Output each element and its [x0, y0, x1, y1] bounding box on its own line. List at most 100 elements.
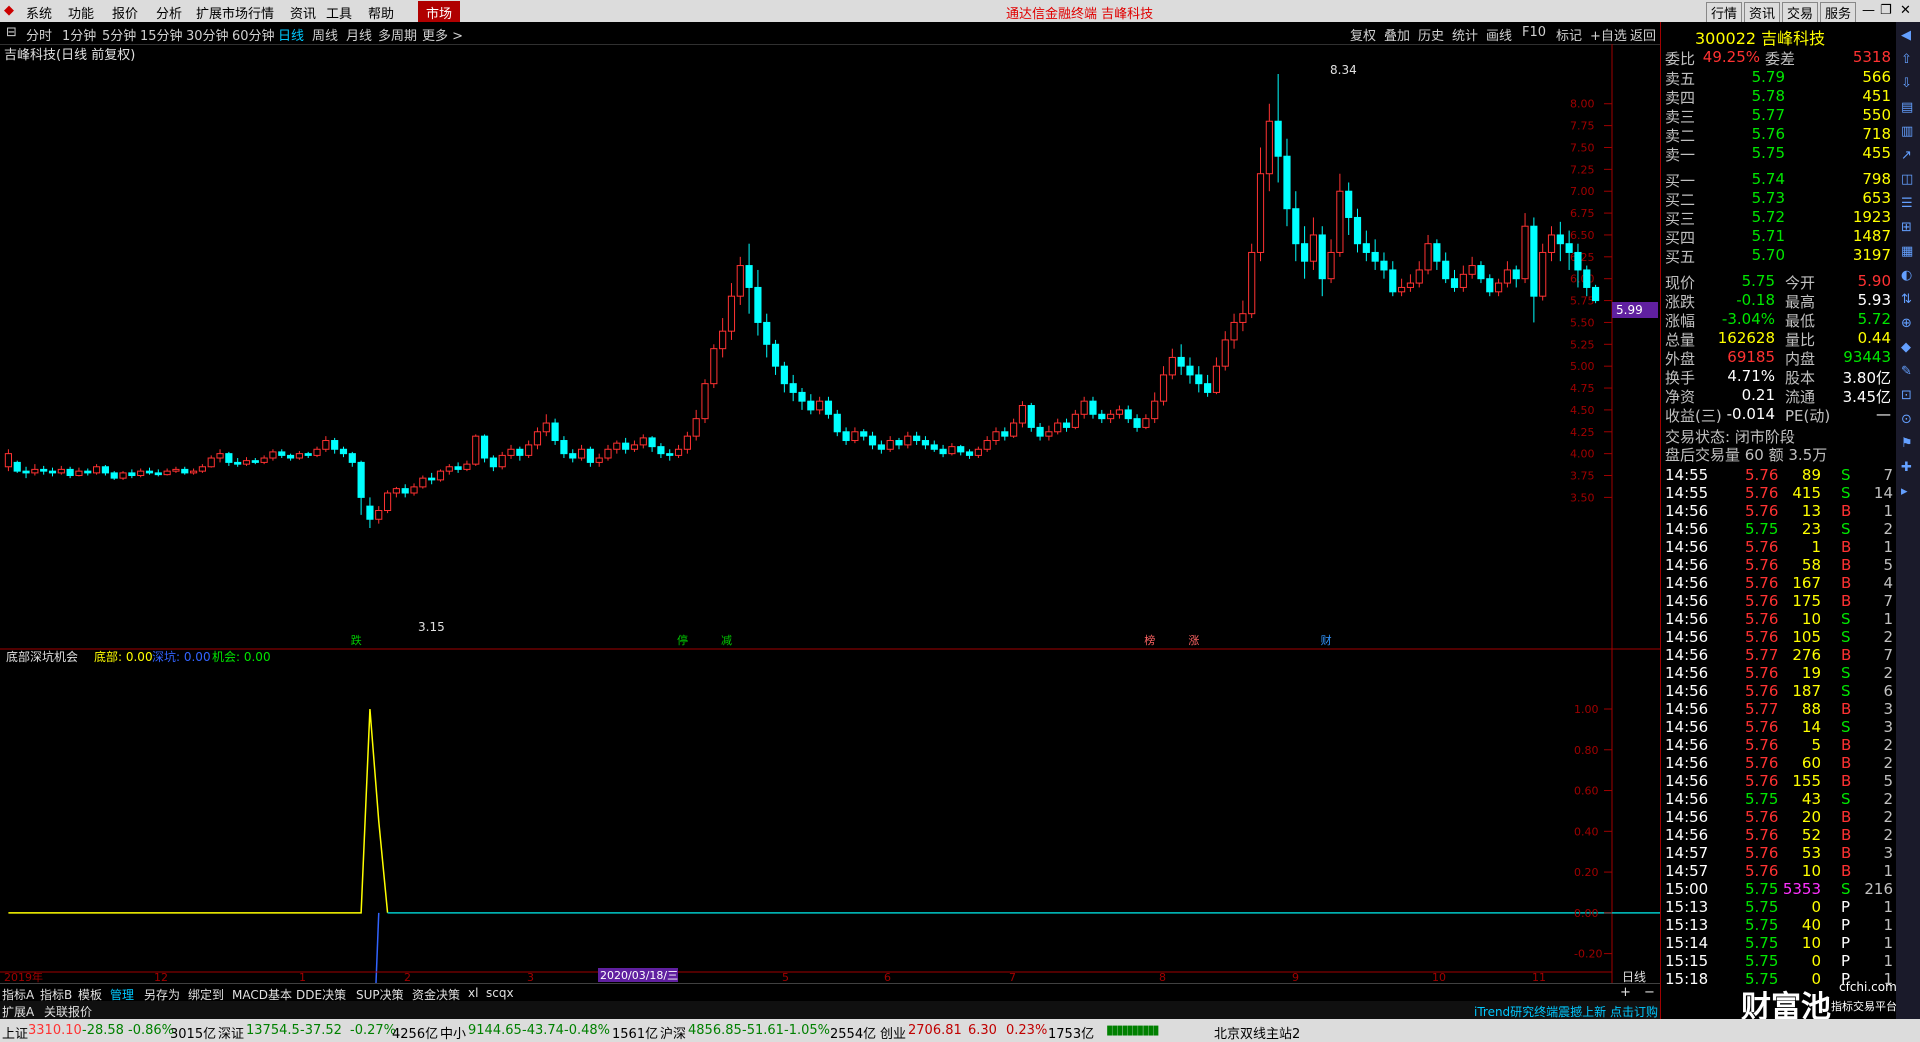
side-tool-icon[interactable]: ⇧ — [1901, 52, 1912, 67]
btn-trade[interactable]: 交易 — [1782, 2, 1819, 23]
tool-back[interactable]: 返回 — [1630, 25, 1656, 44]
period-daily[interactable]: 日线 — [278, 25, 304, 44]
bid-row[interactable]: 买二 5.73 653 — [1665, 189, 1895, 209]
ask-row[interactable]: 卖二 5.76 718 — [1665, 125, 1895, 145]
menu-function[interactable]: 功能 — [68, 3, 94, 22]
tool-stats[interactable]: 统计 — [1452, 25, 1478, 44]
tick-row[interactable]: 15:14 5.75 10 P 1 — [1665, 934, 1895, 952]
side-tool-icon[interactable]: ⊕ — [1901, 316, 1912, 331]
side-tool-icon[interactable]: ⊙ — [1901, 412, 1912, 427]
stat-row[interactable]: 现价 5.75 今开 5.90 — [1665, 272, 1895, 292]
period-30min[interactable]: 30分钟 — [186, 25, 229, 44]
bid-row[interactable]: 买五 5.70 3197 — [1665, 246, 1895, 266]
tab-extension-a[interactable]: 扩展A — [2, 1003, 34, 1020]
menu-ext-market[interactable]: 扩展市场行情 — [196, 3, 274, 22]
tick-row[interactable]: 14:55 5.76 89 S 7 — [1665, 466, 1895, 484]
minimize-icon[interactable]: — — [1862, 3, 1875, 18]
idx-sh-name[interactable]: 上证 — [2, 1023, 28, 1042]
btn-news[interactable]: 资讯 — [1744, 2, 1781, 23]
side-tool-icon[interactable]: ◫ — [1901, 172, 1913, 187]
tick-row[interactable]: 14:56 5.76 155 B 5 — [1665, 772, 1895, 790]
market-tab[interactable]: 市场 — [418, 1, 461, 24]
side-tool-icon[interactable]: ⚑ — [1901, 436, 1913, 451]
stat-row[interactable]: 总量 162628 量比 0.44 — [1665, 329, 1895, 349]
tick-row[interactable]: 15:13 5.75 0 P 1 — [1665, 898, 1895, 916]
tick-row[interactable]: 14:56 5.76 175 B 7 — [1665, 592, 1895, 610]
side-tool-icon[interactable]: ◀ — [1901, 28, 1911, 43]
tick-row[interactable]: 14:56 5.77 88 B 3 — [1665, 700, 1895, 718]
tick-row[interactable]: 14:56 5.76 13 B 1 — [1665, 502, 1895, 520]
side-tool-icon[interactable]: ⊡ — [1901, 388, 1912, 403]
zoom-in-icon[interactable]: + — [1620, 985, 1631, 1000]
tick-row[interactable]: 14:57 5.76 53 B 3 — [1665, 844, 1895, 862]
side-tool-icon[interactable]: ▦ — [1901, 244, 1913, 259]
menu-tools[interactable]: 工具 — [326, 3, 352, 22]
side-tool-icon[interactable]: ◆ — [1901, 340, 1911, 355]
restore-icon[interactable]: ❐ — [1880, 3, 1892, 18]
menu-help[interactable]: 帮助 — [368, 3, 394, 22]
period-weekly[interactable]: 周线 — [312, 25, 338, 44]
tick-row[interactable]: 14:57 5.76 10 B 1 — [1665, 862, 1895, 880]
side-tool-icon[interactable]: ▤ — [1901, 100, 1913, 115]
side-tool-icon[interactable]: ✎ — [1901, 364, 1912, 379]
menu-quote[interactable]: 报价 — [112, 3, 138, 22]
tick-row[interactable]: 14:56 5.76 19 S 2 — [1665, 664, 1895, 682]
tool-mark[interactable]: 标记 — [1556, 25, 1582, 44]
period-more[interactable]: 更多 > — [422, 25, 463, 44]
tick-row[interactable]: 14:56 5.76 105 S 2 — [1665, 628, 1895, 646]
idx-zx-name[interactable]: 中小 — [440, 1023, 466, 1042]
weibi-row[interactable]: 委比 49.25% 委差 5318 — [1665, 48, 1895, 68]
bid-row[interactable]: 买一 5.74 798 — [1665, 170, 1895, 190]
tick-row[interactable]: 14:56 5.76 10 S 1 — [1665, 610, 1895, 628]
btn-quotes[interactable]: 行情 — [1706, 2, 1743, 23]
close-icon[interactable]: ✕ — [1900, 3, 1911, 18]
menu-analysis[interactable]: 分析 — [156, 3, 182, 22]
tool-overlay[interactable]: 叠加 — [1384, 25, 1410, 44]
event-marker[interactable]: 榜 — [1144, 633, 1155, 647]
tool-draw[interactable]: 画线 — [1486, 25, 1512, 44]
tool-add-watch[interactable]: +自选 — [1590, 25, 1627, 44]
tick-row[interactable]: 14:56 5.76 1 B 1 — [1665, 538, 1895, 556]
tick-row[interactable]: 15:13 5.75 40 P 1 — [1665, 916, 1895, 934]
idx-cy-name[interactable]: 创业 — [880, 1023, 906, 1042]
side-tool-icon[interactable]: ↗ — [1901, 148, 1912, 163]
idx-hs-name[interactable]: 沪深 — [660, 1023, 686, 1042]
side-tool-icon[interactable]: ▥ — [1901, 124, 1913, 139]
ask-row[interactable]: 卖一 5.75 455 — [1665, 144, 1895, 164]
ask-row[interactable]: 卖三 5.77 550 — [1665, 106, 1895, 126]
idx-sz-name[interactable]: 深证 — [218, 1023, 244, 1042]
side-tool-icon[interactable]: ◐ — [1901, 268, 1912, 283]
menu-system[interactable]: 系统 — [26, 3, 52, 22]
period-15min[interactable]: 15分钟 — [140, 25, 183, 44]
tick-row[interactable]: 14:56 5.76 14 S 3 — [1665, 718, 1895, 736]
period-intraday[interactable]: 分时 — [26, 25, 52, 44]
trade-state-row[interactable]: 交易状态: 闭市阶段 — [1665, 426, 1895, 446]
tick-row[interactable]: 14:56 5.76 167 B 4 — [1665, 574, 1895, 592]
tick-row[interactable]: 14:55 5.76 415 S 14 — [1665, 484, 1895, 502]
event-marker[interactable]: 停 — [677, 633, 688, 647]
kline-chart[interactable]: 吉峰科技(日线 前复权) 8.00 7.75 7.50 7.25 7.00 6.75 6.5… — [0, 44, 1660, 984]
stat-row[interactable]: 涨跌 -0.18 最高 5.93 — [1665, 291, 1895, 311]
tick-row[interactable]: 14:56 5.76 52 B 2 — [1665, 826, 1895, 844]
side-tool-icon[interactable]: ▸ — [1901, 484, 1908, 499]
stat-row[interactable]: 外盘 69185 内盘 93443 — [1665, 348, 1895, 368]
event-marker[interactable]: 跌 — [351, 633, 362, 647]
server-name[interactable]: 北京双线主站2 — [1214, 1023, 1300, 1042]
stat-row[interactable]: 收益(三) -0.014 PE(动) — — [1665, 405, 1895, 425]
collapse-icon[interactable]: ⊟ — [6, 25, 17, 40]
side-tool-icon[interactable]: ✚ — [1901, 460, 1912, 475]
tick-row[interactable]: 14:56 5.77 276 B 7 — [1665, 646, 1895, 664]
period-multi[interactable]: 多周期 — [378, 25, 417, 44]
tick-row[interactable]: 14:56 5.76 187 S 6 — [1665, 682, 1895, 700]
tab-related-quote[interactable]: 关联报价 — [44, 1003, 92, 1020]
zoom-out-icon[interactable]: − — [1644, 985, 1655, 1000]
tick-row[interactable]: 14:56 5.76 60 B 2 — [1665, 754, 1895, 772]
tick-row[interactable]: 14:56 5.75 23 S 2 — [1665, 520, 1895, 538]
tool-adjust[interactable]: 复权 — [1350, 25, 1376, 44]
event-marker[interactable]: 减 — [721, 634, 732, 647]
tab-xl[interactable]: xl — [468, 986, 478, 1000]
tool-history[interactable]: 历史 — [1418, 25, 1444, 44]
tick-row[interactable]: 14:56 5.76 5 B 2 — [1665, 736, 1895, 754]
ask-row[interactable]: 卖五 5.79 566 — [1665, 68, 1895, 88]
side-tool-icon[interactable]: ⇩ — [1901, 76, 1912, 91]
